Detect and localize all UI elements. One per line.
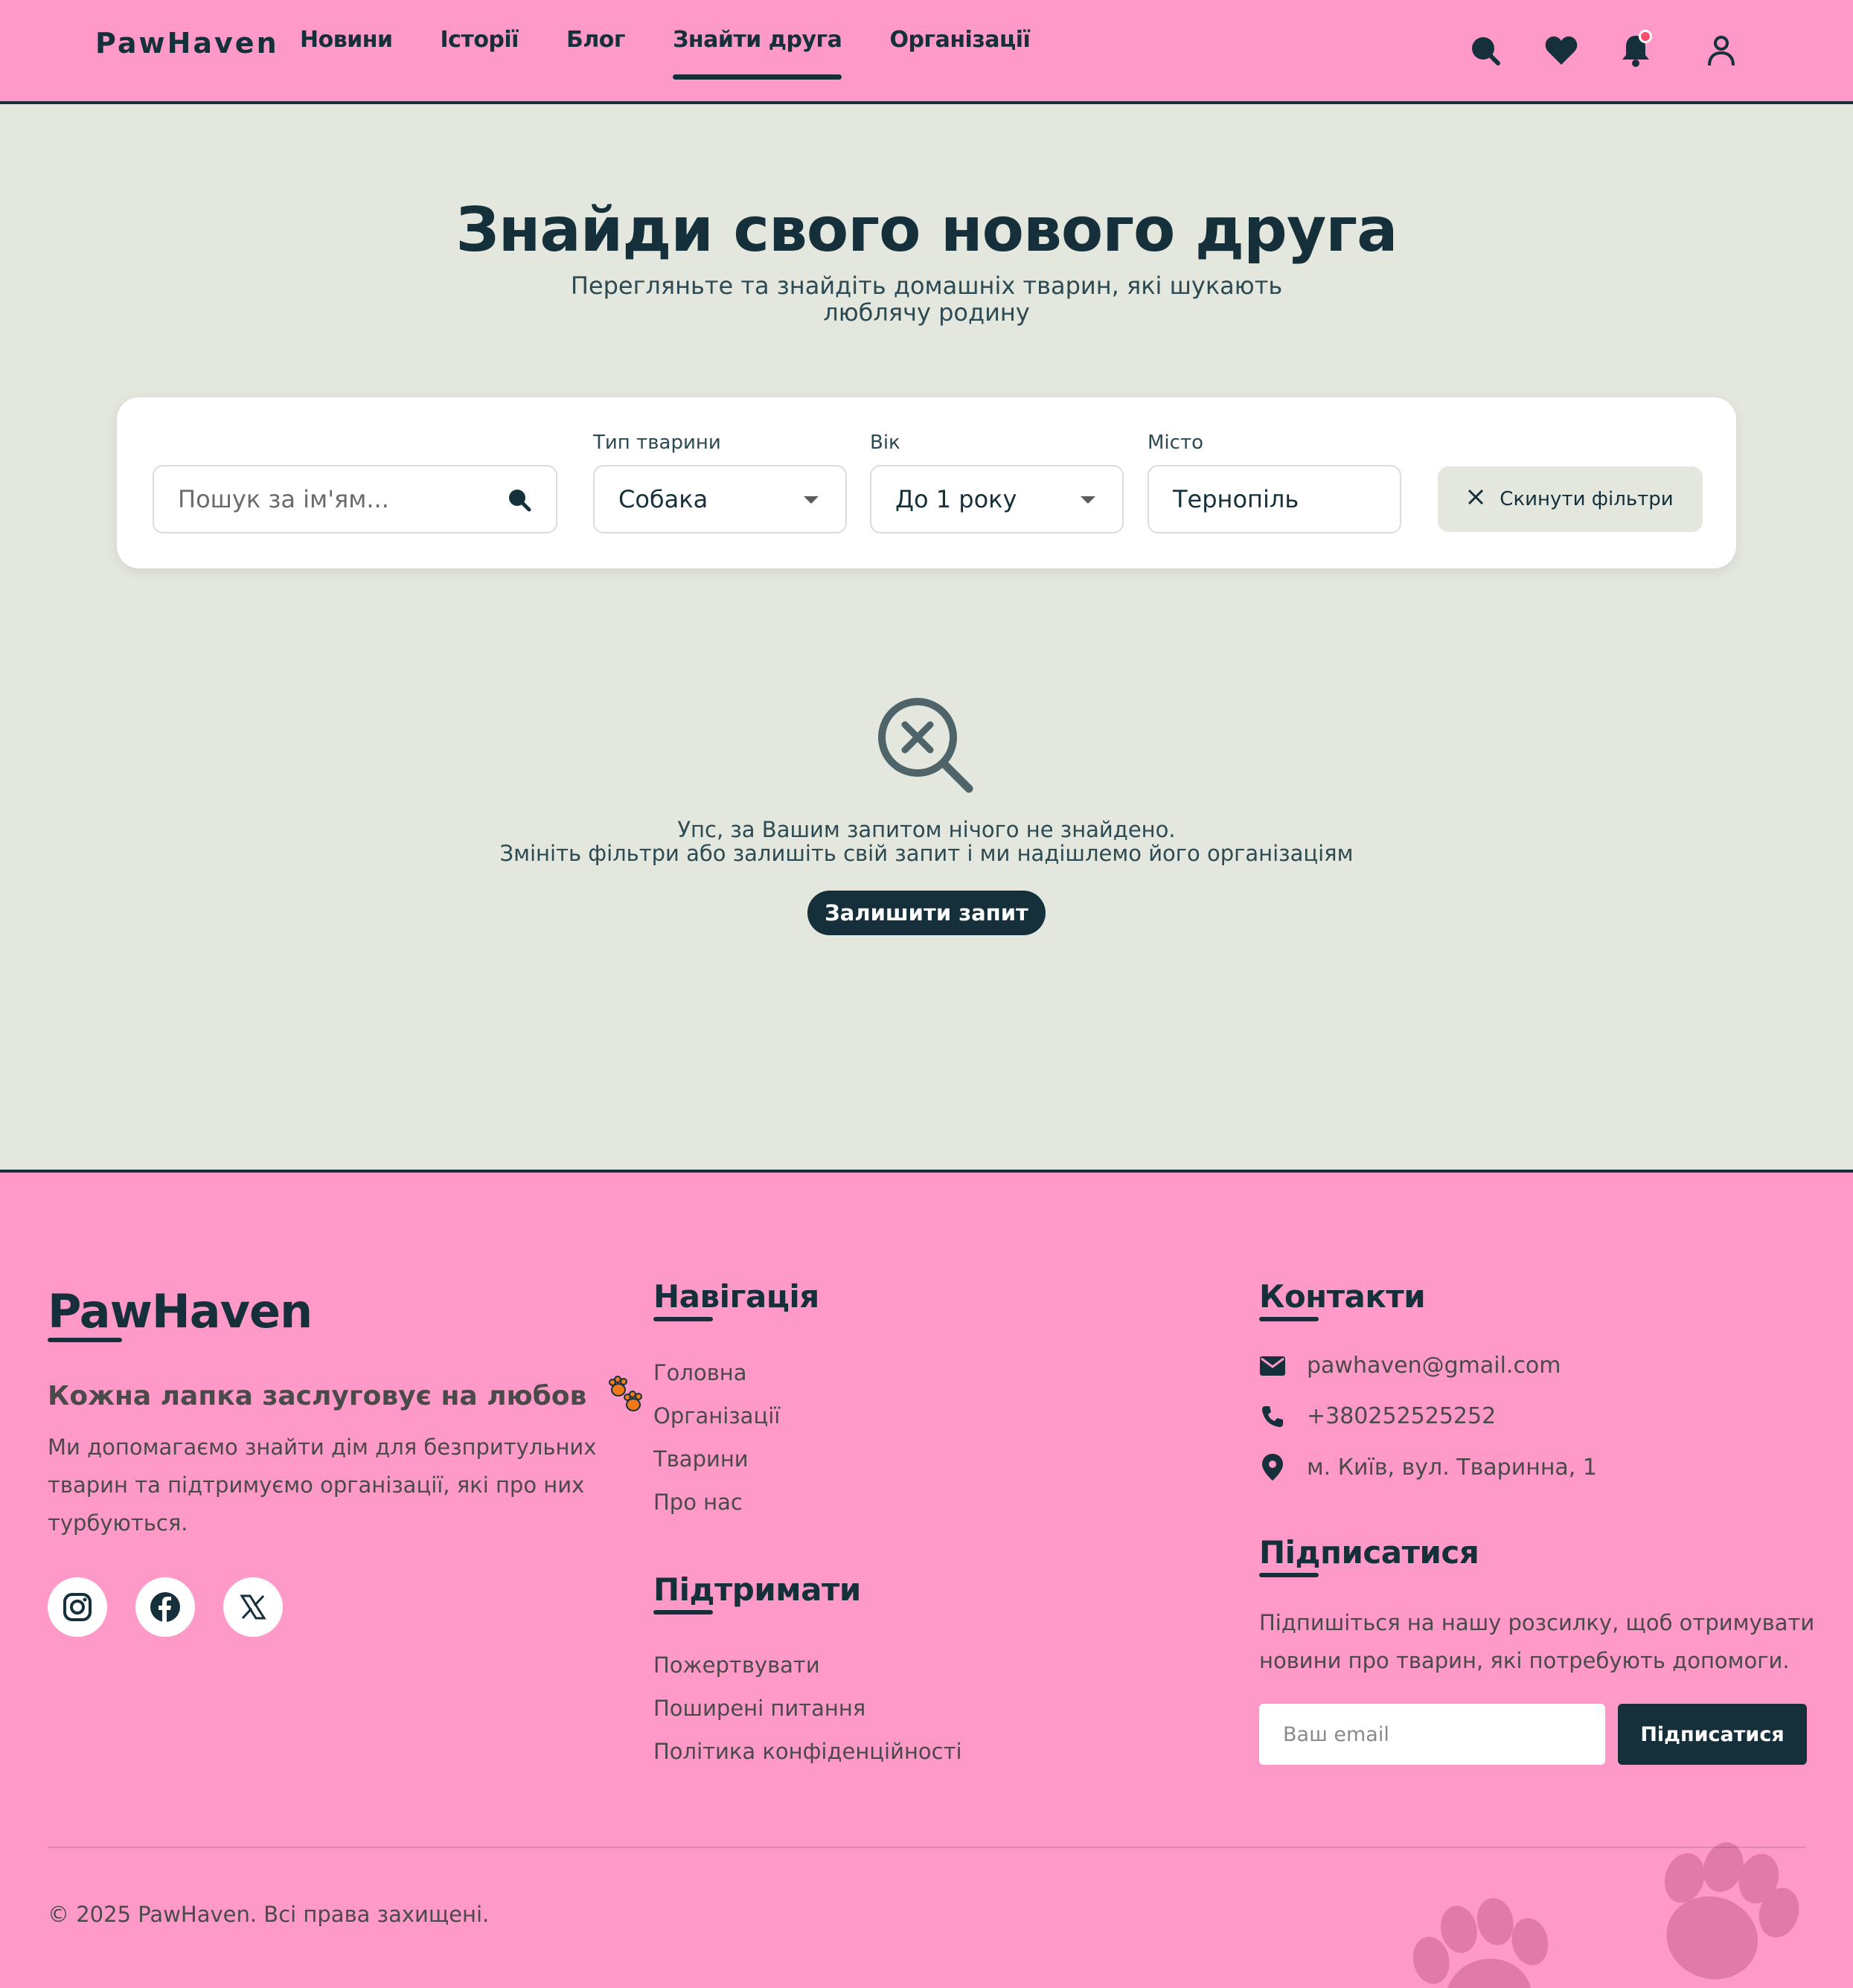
footer-link-home[interactable]: Головна	[653, 1360, 747, 1385]
header-actions	[1406, 0, 1853, 101]
reset-filters-button[interactable]: Скинути фільтри	[1438, 466, 1703, 532]
footer-link-faq[interactable]: Поширені питання	[653, 1696, 865, 1721]
top-navbar: PawHaven Новини Історії Блог Знайти друг…	[0, 0, 1853, 104]
footer-contacts-title: Контакти	[1259, 1278, 1426, 1315]
logo-underline	[48, 1338, 122, 1342]
copyright: © 2025 PawHaven. Всі права захищені.	[48, 1902, 490, 1927]
envelope-icon	[1259, 1356, 1286, 1376]
footer-logo[interactable]: PawHaven	[48, 1284, 313, 1338]
paw-decoration-icon	[1412, 1898, 1549, 1988]
phone-icon	[1259, 1405, 1286, 1429]
nav-item-news[interactable]: Новини	[300, 27, 393, 53]
facebook-icon[interactable]	[135, 1577, 195, 1637]
bell-icon[interactable]	[1615, 30, 1657, 71]
page-subtitle: Перегляньте та знайдіть домашніх тварин,…	[570, 272, 1283, 327]
nav-item-stories[interactable]: Історії	[440, 27, 519, 53]
user-icon[interactable]	[1700, 30, 1742, 71]
logo[interactable]: PawHaven	[95, 27, 279, 60]
city-label: Місто	[1148, 432, 1204, 454]
no-results-message: Упс, за Вашим запитом нічого не знайдено…	[499, 817, 1354, 866]
footer-nav-title: Навігація	[653, 1278, 819, 1315]
contact-email[interactable]: pawhaven@gmail.com	[1259, 1353, 1561, 1379]
animal-type-label: Тип тварини	[593, 432, 721, 454]
instagram-icon[interactable]	[48, 1577, 107, 1637]
footer-support-title: Підтримати	[653, 1571, 861, 1608]
support-title-underline	[653, 1610, 713, 1615]
subscribe-button[interactable]: Підписатися	[1618, 1704, 1807, 1765]
subscribe-description: Підпишіться на нашу розсилку, щоб отриму…	[1259, 1610, 1815, 1673]
heart-icon[interactable]	[1540, 30, 1582, 71]
footer-link-donate[interactable]: Пожертвувати	[653, 1652, 820, 1678]
close-icon	[1467, 488, 1485, 511]
contact-address: м. Київ, вул. Тваринна, 1	[1259, 1454, 1597, 1481]
age-select[interactable]: До 1 року	[870, 465, 1124, 533]
nav-title-underline	[653, 1317, 713, 1321]
page-title: Знайди свого нового друга	[455, 195, 1398, 266]
no-results-icon	[877, 696, 976, 796]
footer: PawHaven Кожна лапка заслуговує на любов…	[0, 1170, 1853, 1988]
footer-link-privacy[interactable]: Політика конфіденційності	[653, 1739, 962, 1764]
nav-item-find-friend[interactable]: Знайти друга	[673, 27, 842, 80]
search-input[interactable]: Пошук за ім'ям...	[153, 465, 557, 533]
contact-phone[interactable]: +380252525252	[1259, 1403, 1496, 1429]
main-nav: Новини Історії Блог Знайти друга Організ…	[300, 27, 1078, 80]
footer-link-about[interactable]: Про нас	[653, 1490, 743, 1515]
filter-panel: Пошук за ім'ям... Тип тварини Собака Вік…	[117, 397, 1736, 568]
contacts-title-underline	[1259, 1317, 1319, 1321]
x-icon[interactable]	[223, 1577, 283, 1637]
search-icon	[507, 487, 532, 519]
footer-divider	[48, 1847, 1805, 1848]
footer-subscribe-title: Підписатися	[1259, 1534, 1479, 1571]
age-label: Вік	[870, 432, 900, 454]
leave-request-button[interactable]: Залишити запит	[807, 891, 1046, 935]
footer-tagline: Кожна лапка заслуговує на любов	[48, 1375, 647, 1415]
paw-decoration-icon	[1664, 1842, 1799, 1980]
map-pin-icon	[1259, 1454, 1286, 1481]
chevron-down-icon	[804, 496, 819, 504]
paws-icon	[608, 1376, 642, 1411]
footer-link-organizations[interactable]: Організації	[653, 1403, 780, 1429]
notification-badge	[1639, 30, 1652, 43]
animal-type-select[interactable]: Собака	[593, 465, 847, 533]
nav-item-blog[interactable]: Блог	[566, 27, 626, 53]
chevron-down-icon	[1081, 496, 1095, 504]
subscribe-title-underline	[1259, 1573, 1319, 1577]
nav-item-organizations[interactable]: Організації	[889, 27, 1030, 53]
search-icon[interactable]	[1465, 30, 1506, 71]
newsletter-email-input[interactable]: Ваш email	[1259, 1704, 1605, 1765]
city-input[interactable]: Тернопіль	[1148, 465, 1401, 533]
footer-description: Ми допомагаємо знайти дім для безпритуль…	[48, 1434, 597, 1536]
footer-link-animals[interactable]: Тварини	[653, 1446, 749, 1472]
